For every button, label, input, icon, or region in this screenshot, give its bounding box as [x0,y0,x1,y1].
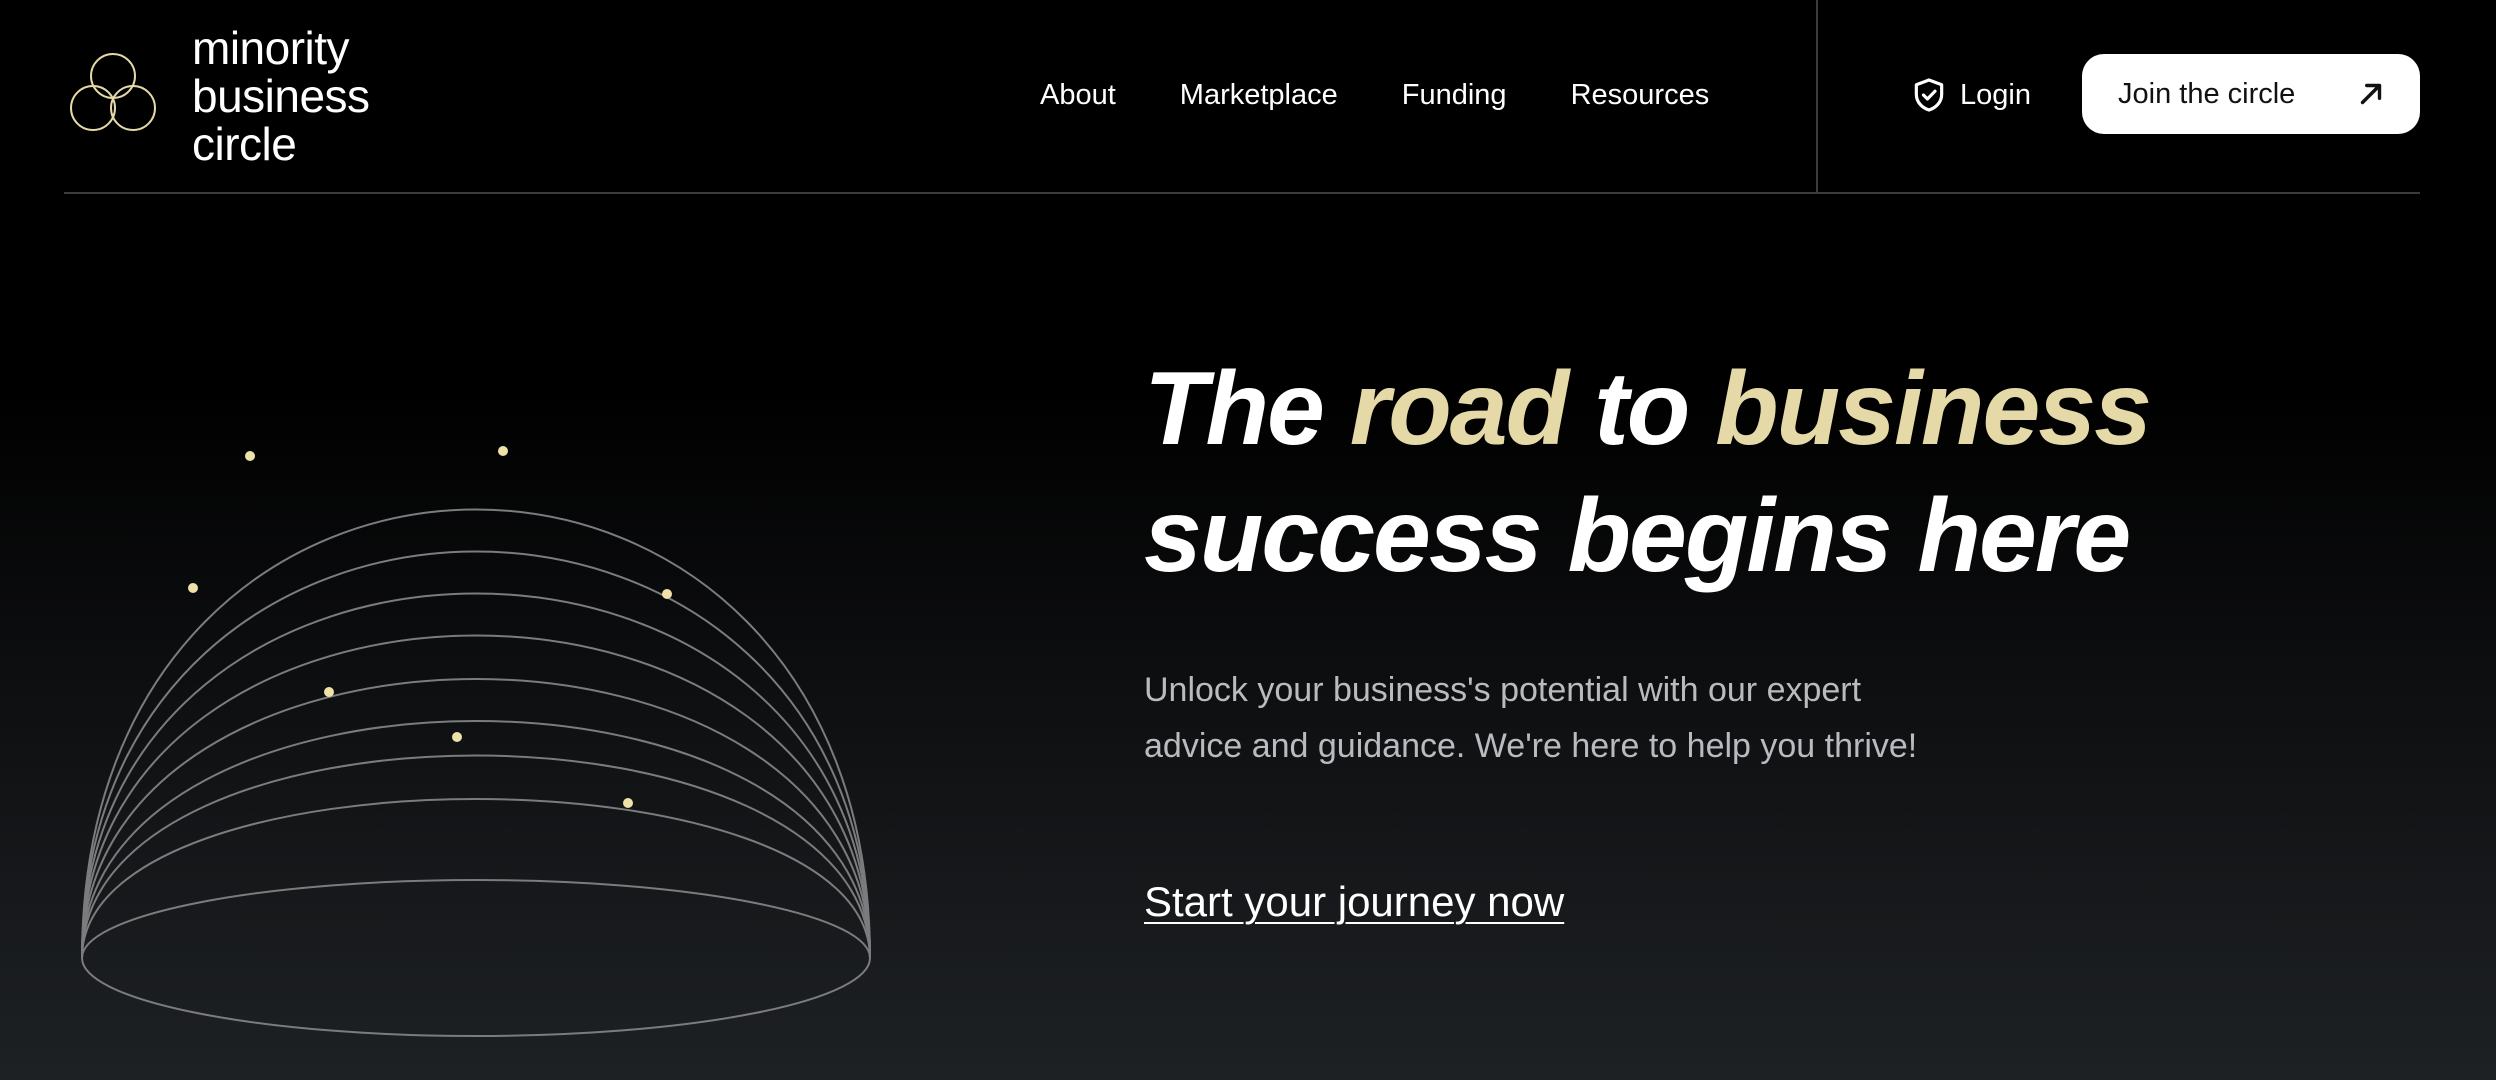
orbit-dot [324,687,334,697]
orbit-dot [188,583,198,593]
join-button-label: Join the circle [2118,77,2296,110]
headline-word: to [1567,351,1716,467]
hero-content: The road to business success begins here… [1144,346,2344,925]
dome-arc [81,508,871,959]
header-divider [64,192,2420,194]
headline-line-2: success begins here [1144,478,2131,594]
nav-item-resources[interactable]: Resources [1571,74,1710,116]
headline-word: The [1144,351,1350,467]
orbit-dot [498,446,508,456]
wireframe-dome-orbit-icon [81,446,871,1037]
nav-item-about[interactable]: About [1040,74,1116,116]
main-nav: About Marketplace Funding Resources [1040,74,1709,116]
hero-subcopy: Unlock your business's potential with ou… [1144,671,1918,765]
nav-item-funding[interactable]: Funding [1402,74,1507,116]
orbit-dot [245,451,255,461]
arrow-up-right-icon [2360,83,2382,105]
hero-headline: The road to business success begins here [1144,346,2344,600]
orbit-dot [623,798,633,808]
brand-logo-link[interactable]: minority business circle [62,24,370,168]
shield-check-icon [1914,78,1944,112]
brand-name-line: business [192,70,370,122]
join-the-circle-button[interactable]: Join the circle [2082,54,2420,134]
login-label: Login [1960,79,2031,111]
header-vertical-divider [1816,0,1818,193]
brand-name-line: minority [192,22,350,74]
dome-arc [81,634,871,959]
start-journey-link[interactable]: Start your journey now [1144,874,1564,930]
orbit-dot [662,589,672,599]
dome-arc [81,798,871,959]
headline-accent-word: road [1349,351,1569,467]
dome-arc [81,754,871,959]
brand-name: minority business circle [192,24,370,168]
site-header: minority business circle About Marketpla… [0,0,2496,194]
brand-name-line: circle [192,118,297,170]
headline-line-1: The road to business [1144,351,2152,467]
dome-arc [81,592,871,959]
nav-item-marketplace[interactable]: Marketplace [1180,74,1338,116]
orbit-dot [452,732,462,742]
three-interlocking-circles-icon [70,53,156,131]
login-link[interactable]: Login [1910,74,2031,116]
headline-accent-word: business [1715,351,2152,467]
dome-base-ellipse [81,879,871,1037]
